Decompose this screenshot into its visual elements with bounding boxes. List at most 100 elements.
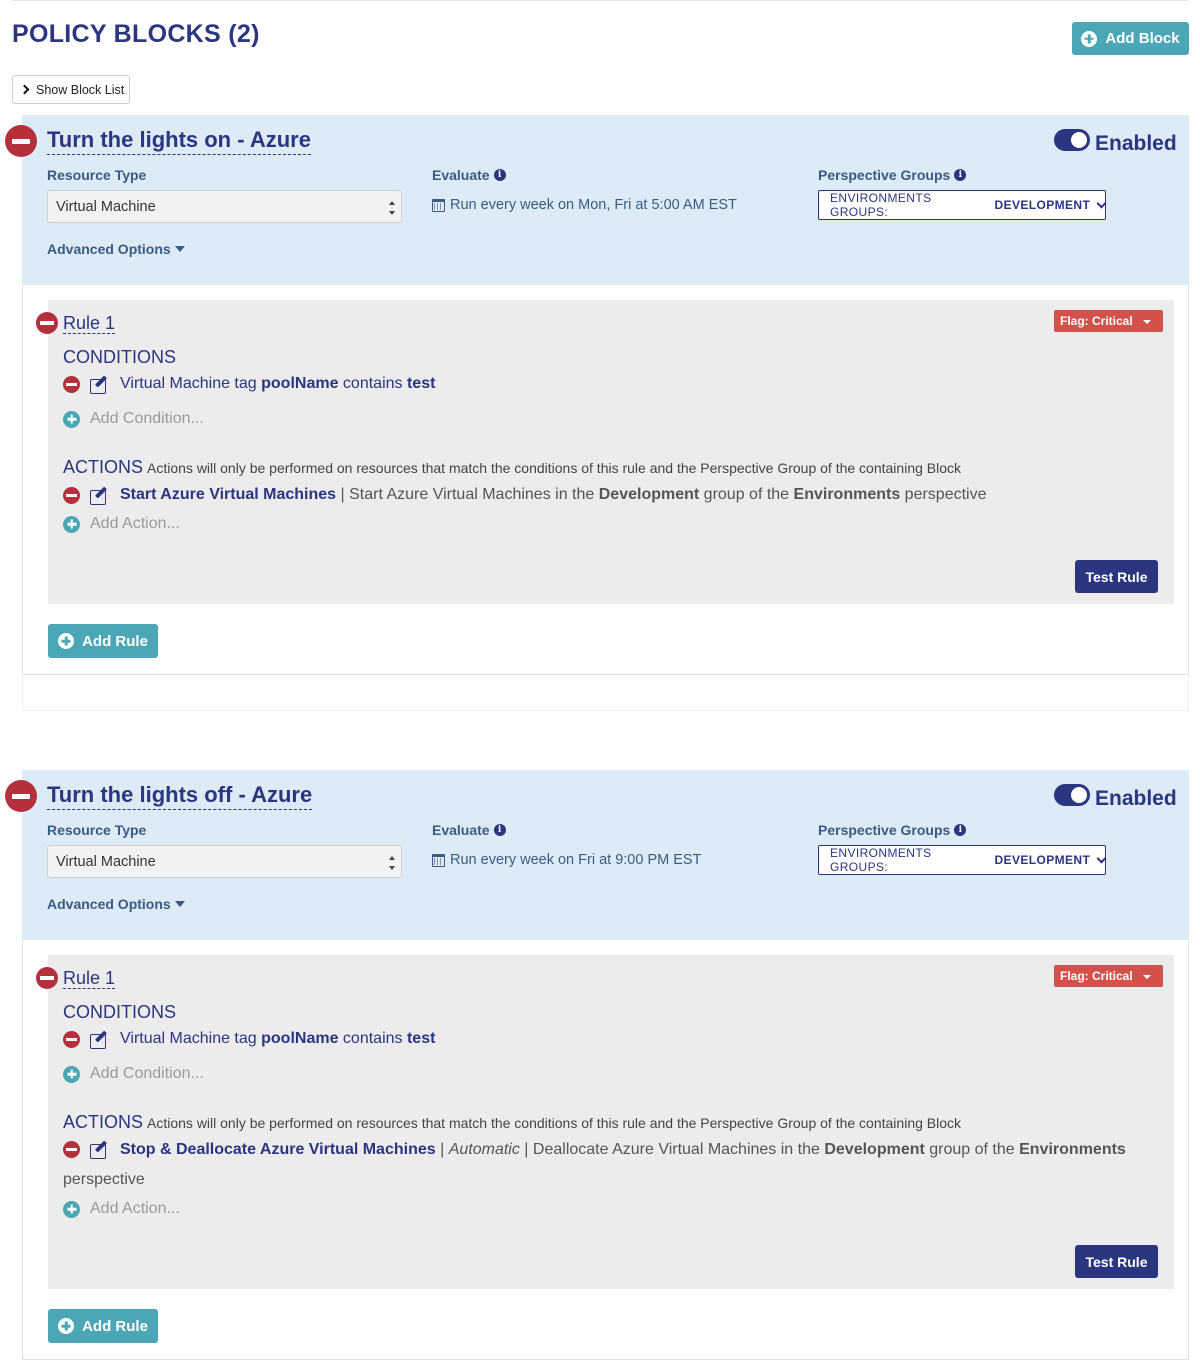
show-block-list-label: Show Block List — [36, 82, 125, 97]
action-group: Development — [824, 1141, 925, 1158]
perspective-value: DEVELOPMENT — [994, 198, 1091, 212]
info-icon[interactable]: i — [954, 169, 967, 181]
remove-action-icon[interactable] — [63, 486, 80, 504]
calendar-icon — [432, 198, 445, 212]
action-desc-pre: Start Azure Virtual Machines in the — [349, 486, 595, 503]
actions-heading-text: ACTIONS — [63, 457, 144, 477]
perspective-groups-label: Perspective Groups i — [818, 167, 967, 183]
action-desc-post: perspective — [904, 486, 987, 503]
enabled-label: Enabled — [1095, 787, 1177, 810]
caret-down-icon — [1143, 320, 1151, 324]
show-block-list-button[interactable]: Show Block List — [12, 75, 130, 104]
edit-icon[interactable] — [90, 376, 110, 394]
add-rule-button[interactable]: Add Rule — [48, 624, 158, 658]
add-condition-label: Add Condition... — [90, 410, 204, 427]
add-rule-button[interactable]: Add Rule — [48, 1309, 158, 1343]
resource-type-label: Resource Type — [47, 167, 146, 183]
condition-tag: poolName — [261, 375, 339, 392]
action-row: Start Azure Virtual Machines | Start Azu… — [63, 480, 1163, 510]
resource-type-select[interactable]: Virtual Machine — [47, 190, 402, 223]
action-text: Start Azure Virtual Machines | Start Azu… — [120, 480, 987, 510]
perspective-groups-dropdown[interactable]: ENVIRONMENTS GROUPS: DEVELOPMENT — [818, 845, 1107, 875]
evaluate-schedule[interactable]: Run every week on Mon, Fri at 5:00 AM ES… — [432, 197, 737, 213]
rule-card: Rule 1 Flag: Critical CONDITIONS Virtual… — [36, 955, 1174, 1289]
enabled-label: Enabled — [1095, 132, 1177, 155]
block-header: Turn the lights off - Azure Enabled Reso… — [5, 770, 1189, 940]
edit-icon[interactable] — [90, 1031, 110, 1049]
action-desc-pre: Deallocate Azure Virtual Machines in the — [532, 1141, 820, 1158]
actions-heading: ACTIONS Actions will only be performed on… — [63, 457, 961, 478]
actions-note: Actions will only be performed on resour… — [147, 1115, 962, 1131]
rule-title[interactable]: Rule 1 — [63, 313, 116, 334]
perspective-value: DEVELOPMENT — [994, 853, 1091, 867]
plus-circle-icon — [58, 633, 75, 649]
enabled-toggle-icon[interactable] — [1054, 784, 1090, 806]
action-name: Start Azure Virtual Machines — [120, 486, 337, 503]
remove-rule-icon[interactable] — [36, 312, 58, 334]
condition-mid: contains — [342, 1030, 403, 1047]
advanced-options-toggle[interactable]: Advanced Options — [47, 241, 185, 257]
action-perspective: Environments — [793, 486, 901, 503]
rule-card: Rule 1 Flag: Critical CONDITIONS Virtual… — [36, 300, 1174, 604]
flag-label: Flag: Critical — [1060, 314, 1133, 328]
resource-type-value: Virtual Machine — [56, 853, 156, 870]
action-desc-mid: group of the — [929, 1141, 1015, 1158]
policy-block: Turn the lights on - Azure Enabled Resou… — [5, 115, 1189, 675]
action-text: Stop & Deallocate Azure Virtual Machines… — [120, 1135, 1126, 1165]
remove-condition-icon[interactable] — [63, 375, 80, 393]
condition-value: test — [406, 375, 436, 392]
add-block-button[interactable]: Add Block — [1072, 22, 1189, 55]
condition-text: Virtual Machine tag poolName contains te… — [120, 375, 435, 393]
advanced-options-label: Advanced Options — [47, 241, 171, 257]
remove-action-icon[interactable] — [63, 1141, 80, 1158]
add-condition-label: Add Condition... — [90, 1065, 204, 1082]
add-action-link[interactable]: Add Action... — [63, 1200, 180, 1218]
rule-title[interactable]: Rule 1 — [63, 968, 116, 989]
actions-heading: ACTIONS Actions will only be performed on… — [63, 1112, 961, 1133]
action-perspective: Environments — [1019, 1141, 1126, 1158]
evaluate-label-text: Evaluate — [432, 822, 490, 838]
advanced-options-toggle[interactable]: Advanced Options — [47, 896, 185, 912]
remove-condition-icon[interactable] — [63, 1030, 80, 1048]
remove-block-icon[interactable] — [5, 125, 37, 157]
condition-row: Virtual Machine tag poolName contains te… — [63, 375, 435, 394]
plus-circle-icon — [63, 1200, 80, 1218]
add-action-link[interactable]: Add Action... — [63, 515, 180, 533]
chevron-down-icon — [1096, 198, 1107, 208]
add-rule-label: Add Rule — [82, 632, 148, 650]
remove-block-icon[interactable] — [5, 780, 37, 812]
perspective-groups-label: Perspective Groups i — [818, 822, 967, 838]
add-action-label: Add Action... — [90, 1200, 180, 1217]
condition-mid: contains — [342, 375, 403, 392]
evaluate-label: Evaluate i — [432, 822, 506, 838]
test-rule-button[interactable]: Test Rule — [1075, 560, 1158, 593]
resource-type-select[interactable]: Virtual Machine — [47, 845, 402, 878]
info-icon[interactable]: i — [493, 169, 506, 181]
remove-rule-icon[interactable] — [36, 967, 58, 989]
edit-icon[interactable] — [90, 1141, 110, 1159]
add-condition-link[interactable]: Add Condition... — [63, 410, 204, 428]
action-row: Stop & Deallocate Azure Virtual Machines… — [63, 1135, 1143, 1165]
flag-dropdown[interactable]: Flag: Critical — [1054, 310, 1163, 332]
block-spacer — [22, 675, 1189, 711]
add-condition-link[interactable]: Add Condition... — [63, 1065, 204, 1083]
block-title[interactable]: Turn the lights on - Azure — [47, 127, 311, 155]
enabled-toggle-icon[interactable] — [1054, 129, 1090, 151]
edit-icon[interactable] — [90, 487, 110, 505]
flag-dropdown[interactable]: Flag: Critical — [1054, 965, 1163, 987]
condition-text: Virtual Machine tag poolName contains te… — [120, 1030, 435, 1048]
block-title[interactable]: Turn the lights off - Azure — [47, 782, 313, 810]
test-rule-button[interactable]: Test Rule — [1075, 1245, 1158, 1278]
conditions-heading: CONDITIONS — [63, 347, 177, 367]
conditions-heading: CONDITIONS — [63, 1002, 177, 1022]
action-group: Development — [598, 486, 700, 503]
info-icon[interactable]: i — [493, 824, 506, 836]
calendar-icon — [432, 853, 445, 867]
info-icon[interactable]: i — [954, 824, 967, 836]
perspective-groups-dropdown[interactable]: ENVIRONMENTS GROUPS: DEVELOPMENT — [818, 190, 1107, 220]
action-name: Stop & Deallocate Azure Virtual Machines — [120, 1141, 436, 1158]
chevron-right-icon — [19, 84, 30, 95]
select-arrows-icon — [388, 856, 396, 870]
evaluate-schedule[interactable]: Run every week on Fri at 9:00 PM EST — [432, 852, 701, 868]
page-title: POLICY BLOCKS (2) — [12, 20, 260, 48]
